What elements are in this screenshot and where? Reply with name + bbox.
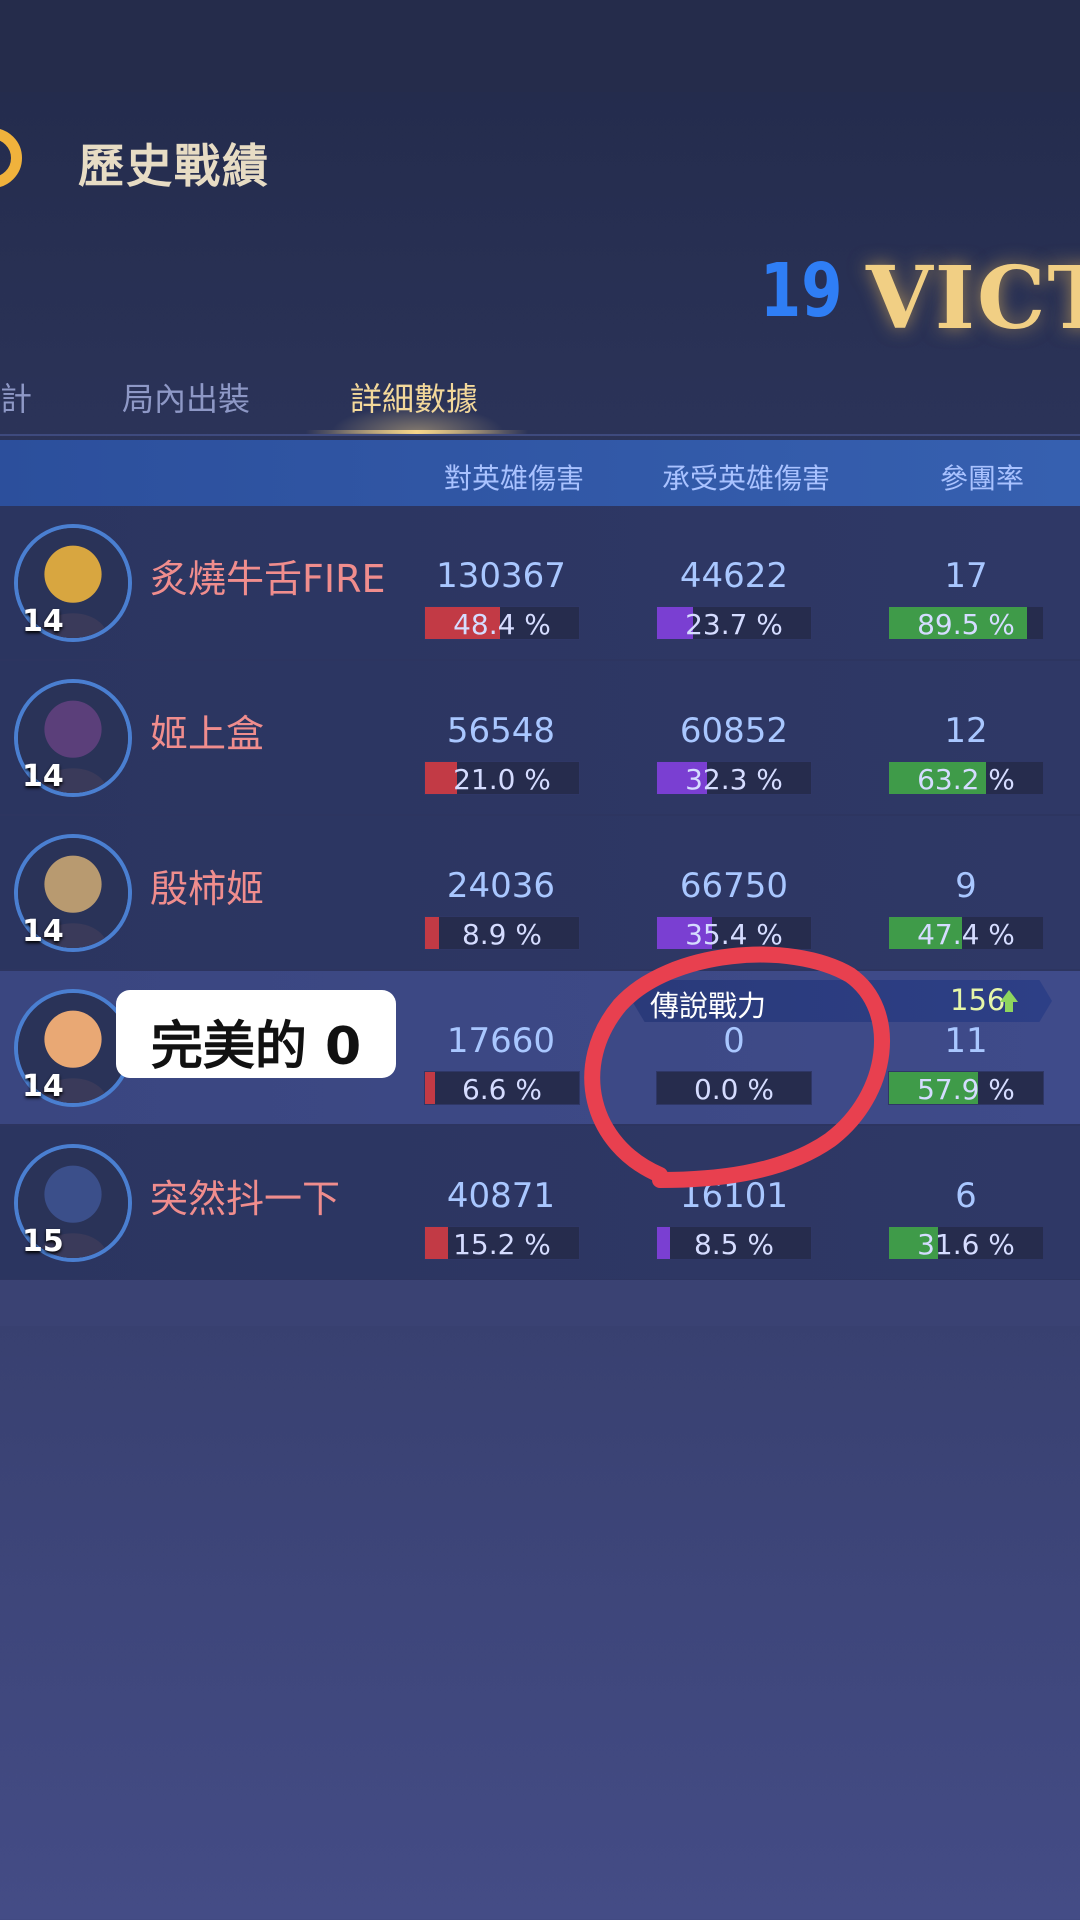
tab-stats[interactable]: 計	[0, 374, 32, 420]
damage-taken-bar: 32.3 %	[656, 761, 812, 796]
kill-participation-bar: 47.4 %	[888, 916, 1044, 951]
kill-participation-bar: 31.6 %	[888, 1226, 1044, 1261]
tab-items[interactable]: 局內出裝	[122, 374, 250, 420]
hero-level: 14	[22, 759, 64, 794]
kill-participation-value: 12	[944, 711, 988, 751]
result-banner: VICT	[866, 248, 1080, 349]
hero-face	[44, 1165, 102, 1223]
footer-band	[0, 1280, 1080, 1326]
hero-face	[44, 700, 102, 758]
damage-dealt-value: 130367	[436, 556, 566, 596]
kill-participation-bar: 89.5 %	[888, 606, 1044, 641]
kill-participation-value: 6	[955, 1176, 977, 1216]
col-damage-dealt[interactable]: 對英雄傷害	[444, 457, 584, 497]
damage-dealt-value: 24036	[446, 866, 556, 906]
damage-dealt-pct: 15.2 %	[453, 1228, 551, 1261]
damage-dealt-bar: 6.6 %	[424, 1071, 580, 1106]
player-list: 14 炙燒牛舌FIRE 130367 48.4 % 44622 23.7 % 1…	[0, 506, 1080, 1281]
damage-taken-pct: 23.7 %	[685, 608, 783, 641]
col-kill-participation[interactable]: 參團率	[940, 457, 1024, 497]
damage-dealt-value: 17660	[446, 1021, 556, 1061]
divider	[0, 434, 1080, 436]
damage-taken-bar: 8.5 %	[656, 1226, 812, 1261]
damage-dealt-bar: 21.0 %	[424, 761, 580, 796]
damage-dealt-pct: 6.6 %	[461, 1073, 543, 1106]
column-header-bar: 對英雄傷害 承受英雄傷害 參團率	[0, 440, 1080, 506]
player-name: 姬上盒	[150, 712, 265, 756]
player-name: 殷柿姬	[150, 867, 265, 911]
arrow-up-icon-stem	[1005, 1002, 1013, 1012]
damage-dealt-bar: 8.9 %	[424, 916, 580, 951]
hero-level: 15	[22, 1224, 64, 1259]
damage-dealt-bar: 15.2 %	[424, 1226, 580, 1261]
hero-face	[44, 855, 102, 913]
player-row[interactable]: 14 炙燒牛舌FIRE 130367 48.4 % 44622 23.7 % 1…	[0, 506, 1080, 661]
caption-sticker: 完美的 0	[116, 990, 396, 1078]
hero-face	[44, 1010, 102, 1068]
kill-participation-pct: 89.5 %	[917, 608, 1015, 641]
kill-participation-pct: 57.9 %	[917, 1073, 1015, 1106]
kill-participation-value: 17	[944, 556, 988, 596]
damage-dealt-pct: 48.4 %	[453, 608, 551, 641]
tab-bar: 計 局內出裝 詳細數據	[0, 374, 1080, 438]
player-row[interactable]: 14 殷柿姬 24036 8.9 % 66750 35.4 % 9 47.4 %	[0, 816, 1080, 971]
damage-taken-pct: 8.5 %	[693, 1228, 775, 1261]
player-name: 炙燒牛舌FIRE	[150, 557, 386, 601]
damage-taken-bar: 23.7 %	[656, 606, 812, 641]
damage-dealt-value: 40871	[446, 1176, 556, 1216]
damage-dealt-pct: 21.0 %	[453, 763, 551, 796]
player-row[interactable]: 15 突然抖一下 40871 15.2 % 16101 8.5 % 6 31.6…	[0, 1126, 1080, 1281]
kill-participation-value: 11	[944, 1021, 988, 1061]
kill-participation-pct: 31.6 %	[917, 1228, 1015, 1261]
col-damage-taken[interactable]: 承受英雄傷害	[662, 457, 830, 497]
caption-text: 完美的 0	[150, 1017, 362, 1077]
damage-dealt-pct: 8.9 %	[461, 918, 543, 951]
kill-participation-value: 9	[955, 866, 977, 906]
power-value: 156	[950, 983, 1006, 1017]
player-row[interactable]: 14 姬上盒 56548 21.0 % 60852 32.3 % 12 63.2…	[0, 661, 1080, 816]
annotation-circle	[584, 946, 890, 1188]
team-score: 19	[760, 248, 843, 334]
damage-dealt-value: 56548	[446, 711, 556, 751]
back-icon[interactable]	[0, 128, 22, 188]
page-title: 歷史戰績	[78, 139, 270, 193]
kill-participation-bar: 63.2 %	[888, 761, 1044, 796]
hero-level: 14	[22, 1069, 64, 1104]
damage-taken-value: 44622	[679, 556, 789, 596]
hero-level: 14	[22, 914, 64, 949]
damage-taken-value: 66750	[679, 866, 789, 906]
kill-participation-pct: 63.2 %	[917, 763, 1015, 796]
kill-participation-bar: 57.9 %	[888, 1071, 1044, 1106]
player-name: 突然抖一下	[150, 1177, 341, 1221]
arrow-up-icon	[1000, 990, 1018, 1002]
active-tab-glow	[330, 405, 505, 433]
top-band	[0, 0, 1080, 92]
damage-taken-value: 60852	[679, 711, 789, 751]
kill-participation-pct: 47.4 %	[917, 918, 1015, 951]
hero-face	[44, 545, 102, 603]
hero-level: 14	[22, 604, 64, 639]
damage-dealt-bar: 48.4 %	[424, 606, 580, 641]
damage-taken-pct: 32.3 %	[685, 763, 783, 796]
